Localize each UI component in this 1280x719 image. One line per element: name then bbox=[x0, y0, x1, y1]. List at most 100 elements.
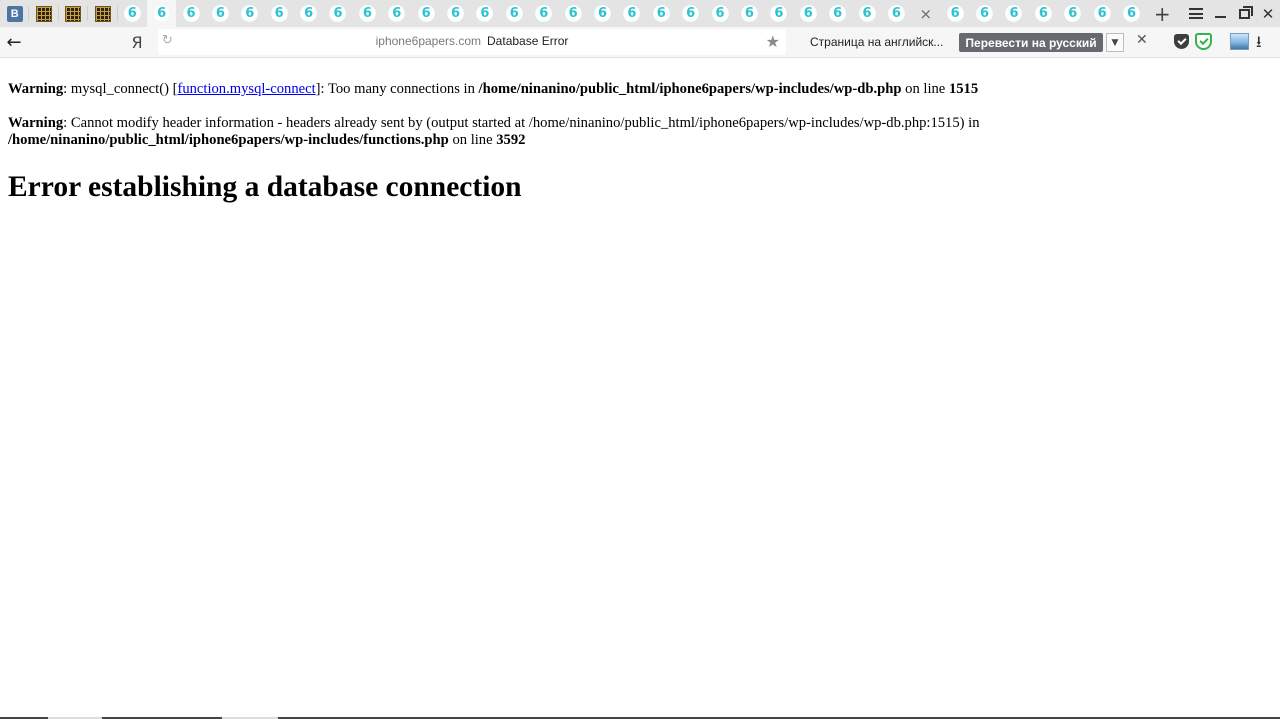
six-icon: 6 bbox=[946, 5, 964, 22]
six-icon: 6 bbox=[1034, 5, 1052, 22]
browser-tab[interactable]: 6 bbox=[500, 0, 529, 27]
translate-close-icon[interactable]: ✕ bbox=[1136, 32, 1148, 48]
browser-tab[interactable]: 6 bbox=[823, 0, 852, 27]
protect-shield-icon[interactable] bbox=[1195, 33, 1212, 50]
new-tab-button[interactable]: + bbox=[1148, 0, 1176, 27]
six-icon: 6 bbox=[799, 5, 817, 22]
browser-tab[interactable]: 6 bbox=[529, 0, 558, 27]
browser-tab[interactable]: 6 bbox=[941, 0, 970, 27]
browser-tab[interactable]: 6 bbox=[206, 0, 235, 27]
browser-tab[interactable]: 6 bbox=[1117, 0, 1146, 27]
six-icon: 6 bbox=[858, 5, 876, 22]
file-path: /home/ninanino/public_html/iphone6papers… bbox=[8, 132, 449, 148]
hamburger-icon bbox=[1189, 8, 1203, 19]
chevron-down-icon: ▼ bbox=[1111, 37, 1119, 48]
close-window-button[interactable]: ✕ bbox=[1256, 0, 1280, 27]
browser-tab[interactable]: 6 bbox=[617, 0, 646, 27]
browser-tab[interactable]: 6 bbox=[970, 0, 999, 27]
browser-tab[interactable]: 6 bbox=[235, 0, 264, 27]
browser-tab[interactable] bbox=[88, 0, 118, 27]
browser-tab[interactable]: 6 bbox=[411, 0, 440, 27]
error-heading: Error establishing a database connection bbox=[8, 171, 522, 203]
restore-icon bbox=[1238, 5, 1253, 19]
pocket-shield-icon[interactable] bbox=[1174, 34, 1189, 49]
browser-tab[interactable]: 6 bbox=[441, 0, 470, 27]
six-icon: 6 bbox=[123, 5, 141, 22]
six-icon: 6 bbox=[1123, 5, 1141, 22]
browser-tab[interactable]: 6 bbox=[558, 0, 587, 27]
line-number: 3592 bbox=[496, 132, 526, 148]
warning-label: Warning bbox=[8, 81, 64, 97]
six-icon: 6 bbox=[388, 5, 406, 22]
dark-pattern-icon bbox=[65, 5, 82, 22]
yandex-button[interactable]: Я bbox=[128, 31, 146, 53]
tab-list: B 6 6 6 6 6 6 6 6 6 6 6 6 6 6 6 6 6 6 6 6 6 6 6 6 6 6 6 × 6 6 6 6 6 6 6 bbox=[0, 0, 1146, 27]
warning-label: Warning bbox=[8, 115, 64, 131]
address-domain: iphone6papers.com bbox=[375, 34, 482, 48]
browser-tab[interactable]: 6 bbox=[705, 0, 734, 27]
browser-tab[interactable]: 6 bbox=[1087, 0, 1116, 27]
six-icon: 6 bbox=[329, 5, 347, 22]
browser-tab[interactable]: 6 bbox=[323, 0, 352, 27]
six-icon: 6 bbox=[211, 5, 229, 22]
minimize-button[interactable] bbox=[1208, 0, 1232, 27]
browser-tab[interactable] bbox=[59, 0, 89, 27]
warning-text: : mysql_connect() [ bbox=[63, 81, 178, 97]
back-button[interactable]: ← bbox=[2, 30, 26, 54]
six-icon: 6 bbox=[358, 5, 376, 22]
six-icon: 6 bbox=[270, 5, 288, 22]
browser-tab[interactable]: 6 bbox=[470, 0, 499, 27]
six-icon: 6 bbox=[153, 5, 171, 22]
image-extension-icon[interactable] bbox=[1230, 33, 1249, 50]
browser-tab[interactable]: 6 bbox=[794, 0, 823, 27]
browser-tab[interactable]: 6 bbox=[735, 0, 764, 27]
browser-tab[interactable]: 6 bbox=[647, 0, 676, 27]
address-text[interactable]: iphone6papers.com Database Error bbox=[158, 34, 786, 48]
six-icon: 6 bbox=[476, 5, 494, 22]
six-icon: 6 bbox=[1064, 5, 1082, 22]
mysql-connect-link[interactable]: function.mysql-connect bbox=[177, 81, 315, 97]
address-bar[interactable]: ↻ iphone6papers.com Database Error ★ bbox=[158, 29, 786, 55]
browser-tab[interactable] bbox=[29, 0, 60, 27]
back-arrow-icon: ← bbox=[6, 31, 22, 53]
six-icon: 6 bbox=[1093, 5, 1111, 22]
browser-toolbar: ← Я ↻ iphone6papers.com Database Error ★ … bbox=[0, 27, 1280, 58]
six-icon: 6 bbox=[976, 5, 994, 22]
translate-button[interactable]: Перевести на русский bbox=[959, 33, 1103, 52]
six-icon: 6 bbox=[535, 5, 553, 22]
browser-tab[interactable]: × bbox=[911, 0, 940, 27]
browser-tab[interactable]: 6 bbox=[882, 0, 911, 27]
menu-button[interactable] bbox=[1184, 0, 1208, 27]
tab-strip: B 6 6 6 6 6 6 6 6 6 6 6 6 6 6 6 6 6 6 6 6 6 6 6 6 6 6 6 × 6 6 6 6 6 6 6 + ✕ bbox=[0, 0, 1280, 27]
six-icon: 6 bbox=[1005, 5, 1023, 22]
browser-tab[interactable]: 6 bbox=[676, 0, 705, 27]
browser-tab[interactable]: 6 bbox=[852, 0, 881, 27]
browser-tab[interactable]: 6 bbox=[382, 0, 411, 27]
page-content: Warning: mysql_connect() [function.mysql… bbox=[8, 58, 1272, 205]
address-page-title: Database Error bbox=[487, 34, 569, 48]
browser-tab[interactable]: 6 bbox=[999, 0, 1028, 27]
translate-options-dropdown[interactable]: ▼ bbox=[1106, 33, 1124, 52]
vk-icon: B bbox=[6, 5, 23, 22]
browser-tab[interactable]: 6 bbox=[353, 0, 382, 27]
browser-tab[interactable]: 6 bbox=[588, 0, 617, 27]
browser-tab[interactable]: 6 bbox=[146, 0, 177, 27]
browser-tab[interactable]: B bbox=[0, 0, 30, 27]
browser-tab[interactable]: 6 bbox=[118, 0, 147, 27]
browser-tab[interactable]: 6 bbox=[294, 0, 323, 27]
bookmark-star-icon[interactable]: ★ bbox=[766, 32, 780, 51]
warning-mysql-connect: Warning: mysql_connect() [function.mysql… bbox=[8, 81, 1018, 98]
download-icon[interactable]: ⭳ bbox=[1256, 31, 1262, 58]
warning-text: : Cannot modify header information - hea… bbox=[63, 115, 980, 131]
line-number: 1515 bbox=[948, 81, 979, 97]
restore-button[interactable] bbox=[1232, 0, 1256, 27]
browser-tab[interactable]: 6 bbox=[265, 0, 294, 27]
browser-tab[interactable]: 6 bbox=[764, 0, 793, 27]
six-icon: 6 bbox=[652, 5, 670, 22]
close-icon: ✕ bbox=[1261, 4, 1275, 23]
browser-tab[interactable]: 6 bbox=[176, 0, 205, 27]
six-icon: 6 bbox=[564, 5, 582, 22]
browser-tab[interactable]: 6 bbox=[1029, 0, 1058, 27]
window-controls: ✕ bbox=[1184, 0, 1280, 27]
browser-tab[interactable]: 6 bbox=[1058, 0, 1087, 27]
